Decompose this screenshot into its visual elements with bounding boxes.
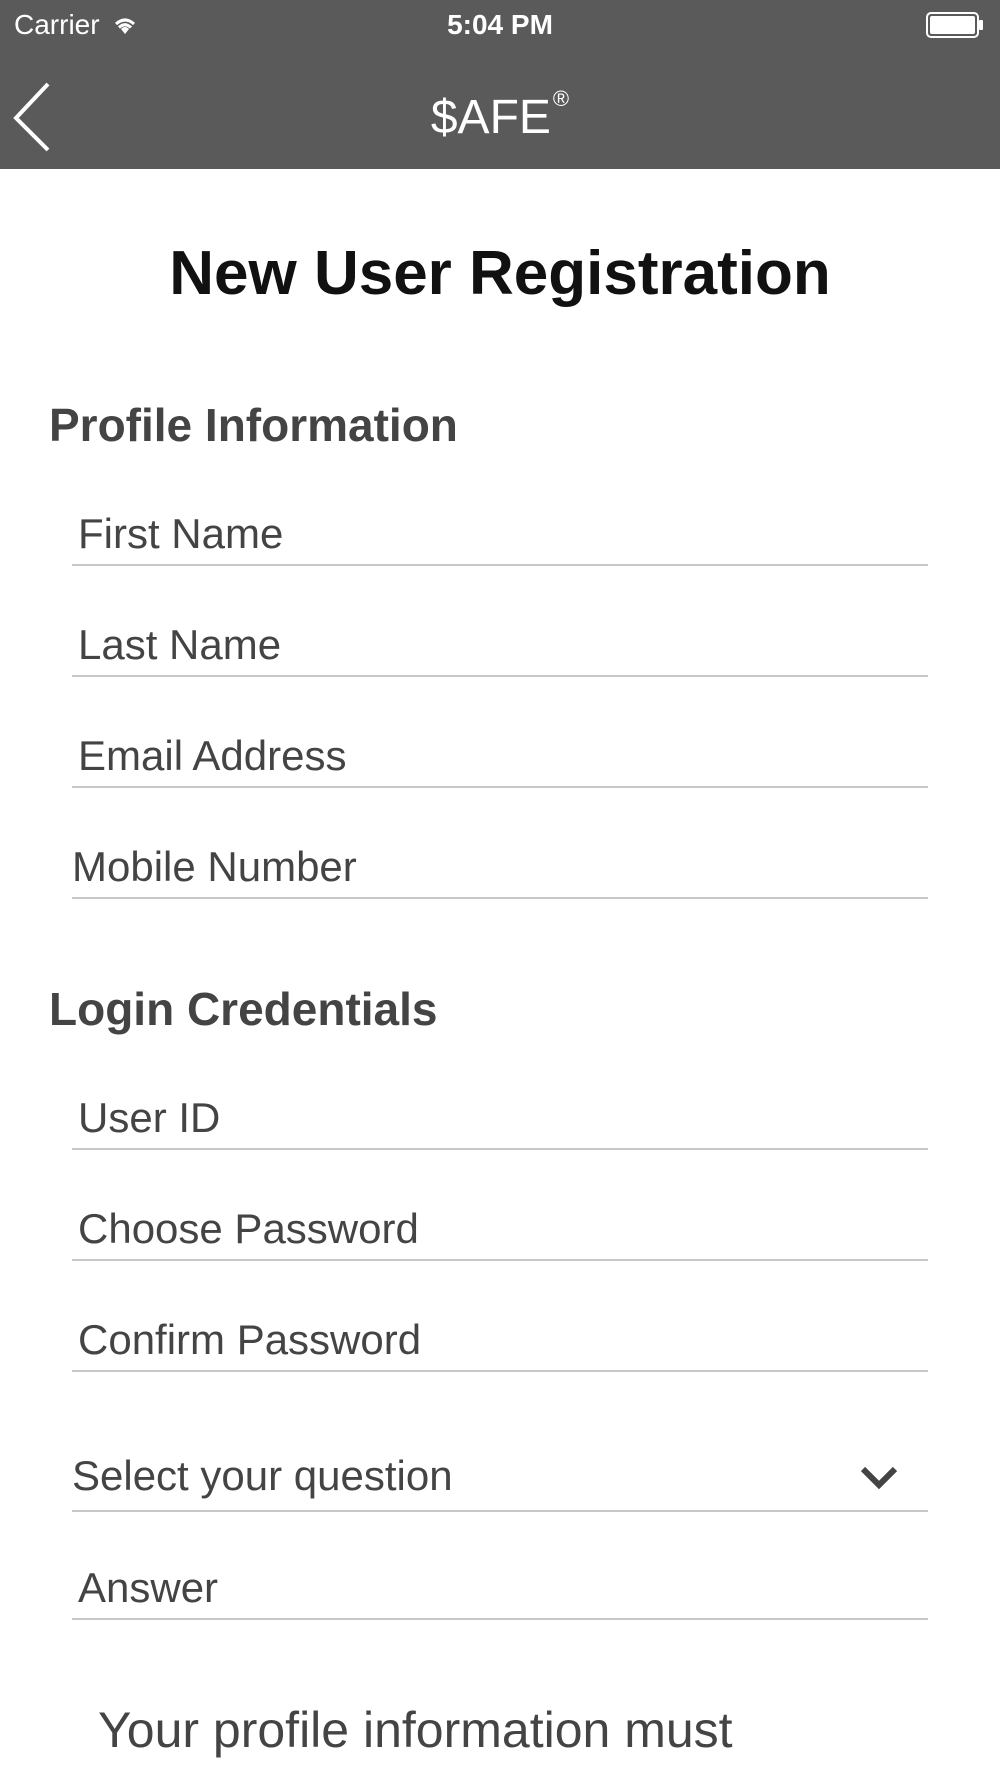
chevron-down-icon bbox=[860, 1466, 898, 1490]
last-name-field[interactable] bbox=[72, 621, 928, 677]
user-id-input[interactable] bbox=[72, 1094, 928, 1148]
confirm-password-input[interactable] bbox=[72, 1316, 928, 1370]
confirm-password-field[interactable] bbox=[72, 1316, 928, 1372]
choose-password-field[interactable] bbox=[72, 1205, 928, 1261]
security-question-label: Select your question bbox=[72, 1452, 453, 1499]
answer-field[interactable] bbox=[72, 1564, 928, 1620]
status-time: 5:04 PM bbox=[447, 9, 553, 40]
app-title-text: $AFE bbox=[430, 91, 551, 144]
navigation-bar: $AFE® bbox=[0, 50, 1000, 169]
answer-input[interactable] bbox=[72, 1564, 928, 1618]
status-bar: Carrier 5:04 PM bbox=[0, 0, 1000, 50]
credentials-section-heading: Login Credentials bbox=[49, 983, 438, 1035]
page-title: New User Registration bbox=[169, 239, 831, 308]
profile-info-notice: Your profile information must bbox=[98, 1702, 733, 1758]
email-field[interactable] bbox=[72, 732, 928, 788]
mobile-number-input[interactable] bbox=[72, 843, 928, 897]
app-title: $AFE® bbox=[0, 86, 1000, 145]
first-name-input[interactable] bbox=[72, 510, 928, 564]
email-input[interactable] bbox=[72, 732, 928, 786]
profile-section-heading: Profile Information bbox=[49, 399, 458, 451]
first-name-field[interactable] bbox=[72, 510, 928, 566]
mobile-number-field[interactable] bbox=[72, 843, 928, 899]
choose-password-input[interactable] bbox=[72, 1205, 928, 1259]
registered-mark: ® bbox=[552, 86, 570, 111]
security-question-select[interactable]: Select your question bbox=[72, 1442, 928, 1512]
battery-icon bbox=[926, 12, 983, 38]
last-name-input[interactable] bbox=[72, 621, 928, 675]
user-id-field[interactable] bbox=[72, 1094, 928, 1150]
